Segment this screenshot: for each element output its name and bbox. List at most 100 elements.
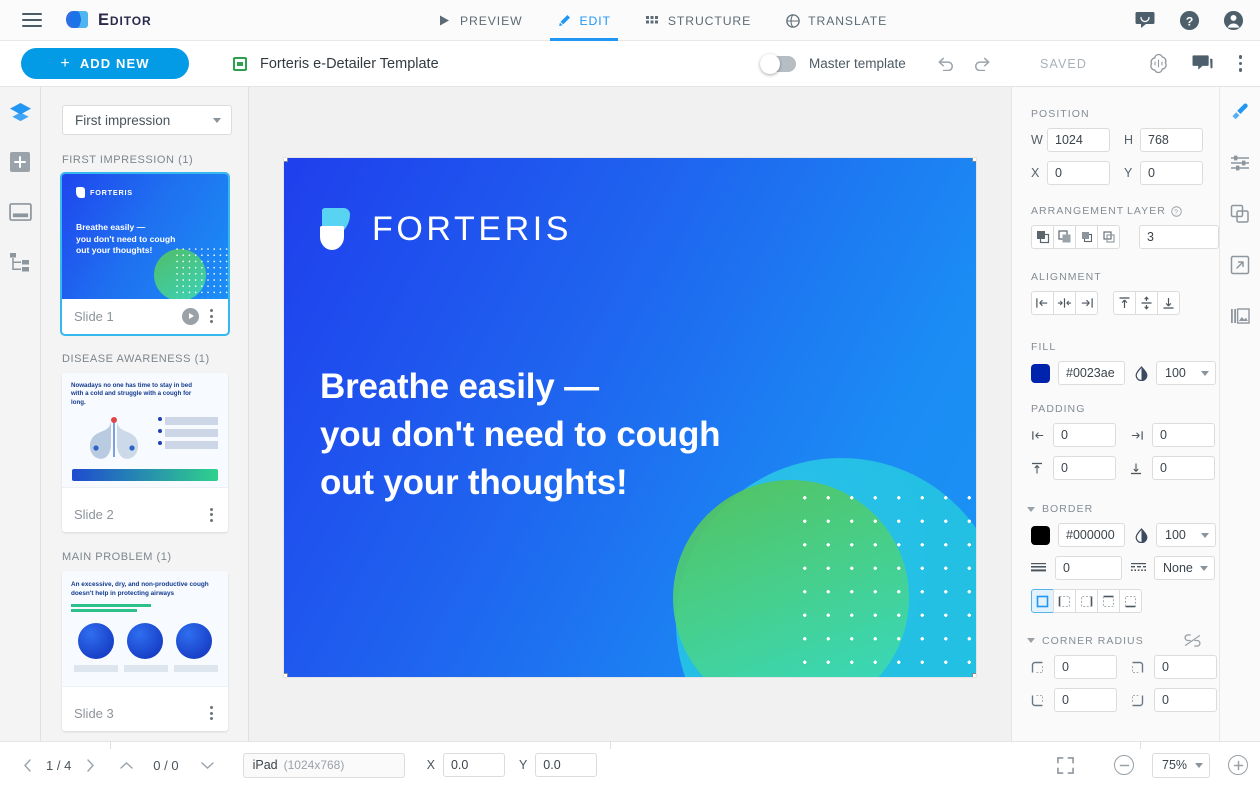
help-icon[interactable]: ? <box>1171 205 1182 217</box>
nav-tab-translate[interactable]: TRANSLATE <box>768 0 904 41</box>
align-center-h-button[interactable] <box>1053 291 1076 315</box>
canvas-headline[interactable]: Breathe easily — you don't need to cough… <box>320 363 721 507</box>
border-width-input[interactable]: 0 <box>1055 556 1122 580</box>
radius-top-right-input[interactable]: 0 <box>1154 655 1217 679</box>
nav-tab-structure[interactable]: STRUCTURE <box>628 0 768 41</box>
x-input[interactable]: 0 <box>1047 161 1110 185</box>
media-library-icon[interactable] <box>1226 302 1254 330</box>
canvas-logo[interactable]: FORTERIS <box>320 208 572 250</box>
fit-to-screen-icon[interactable] <box>1057 756 1074 774</box>
slide-thumbnail-1: FORTERIS Breathe easily — you don't need… <box>62 174 228 299</box>
selection-handle-bl[interactable] <box>284 673 288 677</box>
radius-top-left-input[interactable]: 0 <box>1054 655 1117 679</box>
slide-card-1[interactable]: FORTERIS Breathe easily — you don't need… <box>60 172 230 336</box>
redo-icon[interactable] <box>973 56 992 71</box>
rail-tree-structure-icon[interactable] <box>6 248 34 276</box>
align-right-button[interactable] <box>1075 291 1098 315</box>
comment-icon[interactable] <box>1192 54 1213 73</box>
settings-sliders-icon[interactable] <box>1226 149 1254 177</box>
nav-tab-edit[interactable]: EDIT <box>540 0 628 41</box>
slide-card-2[interactable]: Nowadays no one has time to stay in bed … <box>62 372 228 532</box>
align-top-button[interactable] <box>1113 291 1136 315</box>
document-title-chip[interactable]: Forteris e-Detailer Template <box>233 56 439 72</box>
cursor-y-input[interactable]: 0.0 <box>535 753 598 777</box>
slide-menu-icon-2[interactable] <box>205 505 218 525</box>
align-bottom-button[interactable] <box>1157 291 1180 315</box>
help-icon[interactable]: ? <box>1178 10 1200 32</box>
padding-bottom-input[interactable]: 0 <box>1152 456 1215 480</box>
zoom-value: 75% <box>1162 758 1188 772</box>
radius-bottom-right-input[interactable]: 0 <box>1154 688 1217 712</box>
canvas-area[interactable]: FORTERIS Breathe easily — you don't need… <box>249 87 1011 741</box>
device-select[interactable]: iPad (1024x768) <box>242 752 405 778</box>
align-left-button[interactable] <box>1031 291 1054 315</box>
slide-canvas[interactable]: FORTERIS Breathe easily — you don't need… <box>284 158 976 677</box>
chapter-select[interactable]: First impression <box>62 105 232 135</box>
send-to-back-button[interactable] <box>1053 225 1076 249</box>
radius-bottom-left-input[interactable]: 0 <box>1054 688 1117 712</box>
padding-right-input[interactable]: 0 <box>1152 423 1215 447</box>
chevron-right-icon[interactable] <box>77 752 103 778</box>
selection-handle-tr[interactable] <box>972 158 976 162</box>
rail-layers-icon[interactable] <box>6 90 46 134</box>
slide-menu-icon-3[interactable] <box>205 703 218 723</box>
fill-section-label: FILL <box>1031 341 1057 353</box>
nav-tab-structure-label: STRUCTURE <box>667 13 752 28</box>
bring-to-front-button[interactable] <box>1031 225 1054 249</box>
border-bottom-button[interactable] <box>1119 589 1142 613</box>
fill-color-swatch[interactable] <box>1031 363 1050 383</box>
device-name: iPad <box>252 758 278 772</box>
chevron-up-icon[interactable] <box>113 752 139 778</box>
border-section-header[interactable]: BORDER <box>1027 503 1219 515</box>
width-input[interactable]: 1024 <box>1047 128 1110 152</box>
rail-add-slide-icon[interactable] <box>6 148 34 176</box>
border-right-button[interactable] <box>1075 589 1098 613</box>
send-backward-button[interactable] <box>1097 225 1120 249</box>
fill-opacity-select[interactable]: 100 <box>1156 361 1216 385</box>
slide-menu-icon-1[interactable] <box>205 306 218 326</box>
cursor-x-input[interactable]: 0.0 <box>442 753 505 777</box>
add-new-button[interactable]: + ADD NEW <box>21 48 189 79</box>
border-top-button[interactable] <box>1097 589 1120 613</box>
hamburger-icon[interactable] <box>22 13 42 27</box>
account-icon[interactable] <box>1222 10 1244 32</box>
chevron-left-icon[interactable] <box>14 752 40 778</box>
border-opacity-select[interactable]: 100 <box>1156 523 1216 547</box>
padding-top-input[interactable]: 0 <box>1053 456 1116 480</box>
selection-handle-br[interactable] <box>972 673 976 677</box>
slide-play-icon[interactable] <box>182 307 199 325</box>
align-center-v-button[interactable] <box>1135 291 1158 315</box>
selection-handle-tl[interactable] <box>284 158 288 162</box>
border-style-select[interactable]: None <box>1154 556 1215 580</box>
chat-icon[interactable] <box>1134 10 1156 32</box>
y-input[interactable]: 0 <box>1140 161 1203 185</box>
master-template-toggle[interactable]: Master template <box>760 53 906 74</box>
zoom-in-icon[interactable] <box>1228 755 1248 775</box>
nav-tab-preview[interactable]: PREVIEW <box>420 0 540 41</box>
border-color-input[interactable]: #000000 <box>1058 523 1125 547</box>
rail-layout-icon[interactable] <box>6 198 34 226</box>
slide-footer-2: Slide 2 <box>62 497 228 532</box>
bring-forward-button[interactable] <box>1075 225 1098 249</box>
fill-color-input[interactable]: #0023ae <box>1058 361 1125 385</box>
layer-input[interactable]: 3 <box>1139 225 1219 249</box>
undo-icon[interactable] <box>936 56 955 71</box>
corner-radius-section-header[interactable]: CORNER RADIUS <box>1027 635 1183 647</box>
border-color-swatch[interactable] <box>1031 525 1050 545</box>
external-link-icon[interactable] <box>1226 251 1254 279</box>
style-brush-icon[interactable] <box>1226 98 1254 126</box>
slide-card-3[interactable]: An excessive, dry, and non-productive co… <box>62 571 228 731</box>
collapse-triangle-icon <box>1027 506 1035 512</box>
border-all-button[interactable] <box>1031 589 1054 613</box>
padding-left-input[interactable]: 0 <box>1053 423 1116 447</box>
unlink-icon[interactable] <box>1183 634 1202 647</box>
toggle-switch[interactable] <box>760 53 796 74</box>
kebab-menu-icon[interactable] <box>1235 51 1247 76</box>
border-left-button[interactable] <box>1053 589 1076 613</box>
ai-assistant-icon[interactable] <box>1147 52 1170 75</box>
zoom-select[interactable]: 75% <box>1152 752 1210 778</box>
chevron-down-icon[interactable] <box>195 752 221 778</box>
zoom-out-icon[interactable] <box>1114 755 1134 775</box>
height-input[interactable]: 768 <box>1140 128 1203 152</box>
duplicate-icon[interactable] <box>1226 200 1254 228</box>
